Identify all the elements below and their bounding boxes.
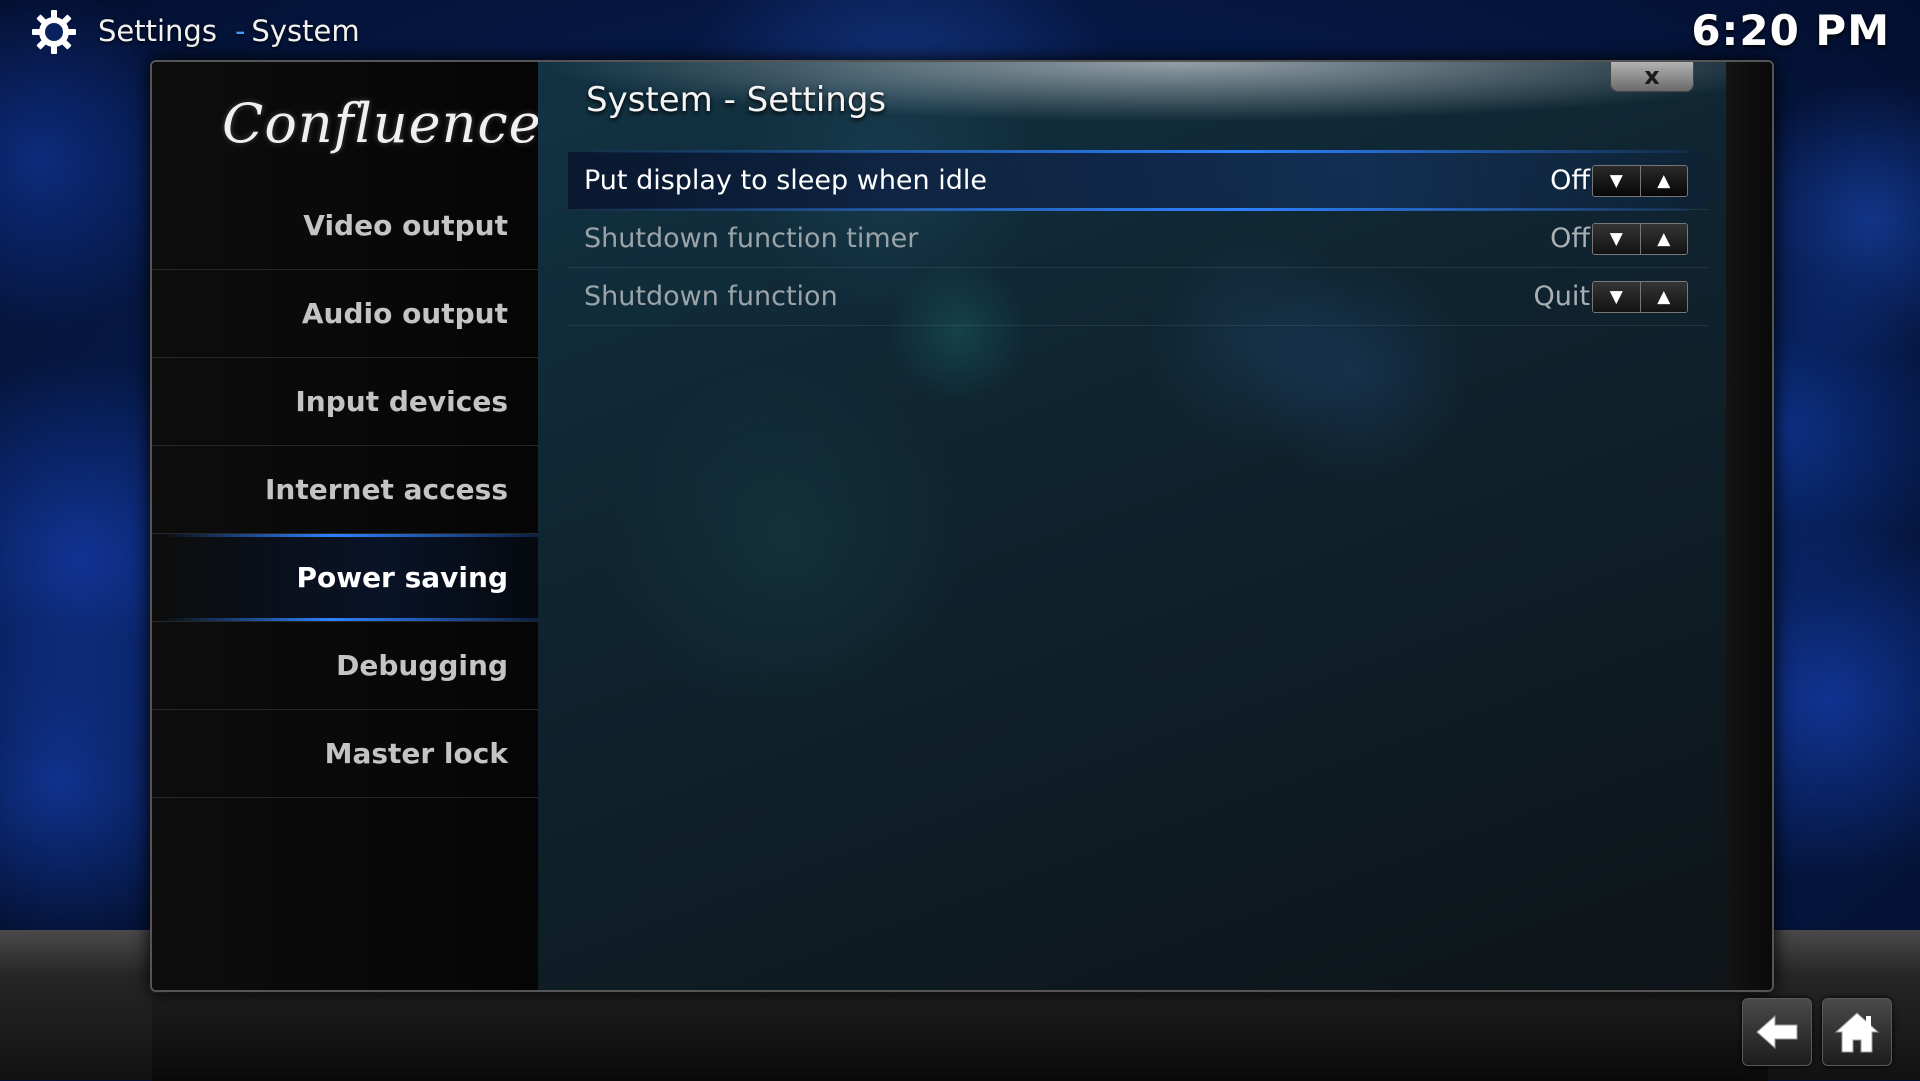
setting-label: Put display to sleep when idle: [584, 165, 987, 196]
sidebar-item-internet-access[interactable]: Internet access: [152, 446, 538, 534]
value-spinner: ▼ ▲: [1592, 165, 1688, 197]
spin-up-button[interactable]: ▲: [1639, 282, 1687, 312]
sidebar-item-debugging[interactable]: Debugging: [152, 622, 538, 710]
setting-row-display-sleep[interactable]: Put display to sleep when idle Off ▼ ▲: [568, 150, 1708, 211]
back-button[interactable]: [1742, 998, 1812, 1066]
setting-row-shutdown-timer[interactable]: Shutdown function timer Off ▼ ▲: [568, 210, 1708, 268]
setting-label: Shutdown function timer: [584, 223, 919, 254]
breadcrumb-section: Settings: [98, 14, 217, 48]
value-spinner: ▼ ▲: [1592, 223, 1688, 255]
settings-window: Confluence Video output Audio output Inp…: [150, 60, 1774, 992]
top-bar: Settings - System 6:20 PM: [0, 0, 1920, 62]
setting-value: Off: [1550, 165, 1590, 196]
sidebar-item-label: Master lock: [324, 737, 508, 770]
close-button[interactable]: x: [1610, 62, 1694, 92]
sidebar-item-label: Video output: [303, 209, 508, 242]
arrow-up-icon: ▲: [1657, 171, 1671, 191]
breadcrumb-page: System: [251, 14, 360, 48]
setting-value: Quit: [1533, 281, 1590, 312]
home-button[interactable]: [1822, 998, 1892, 1066]
setting-value: Off: [1550, 223, 1590, 254]
sidebar-item-input-devices[interactable]: Input devices: [152, 358, 538, 446]
bottom-bar: [152, 992, 1768, 1081]
confluence-logo: Confluence: [222, 92, 542, 155]
breadcrumb-separator: -: [234, 14, 246, 48]
arrow-down-icon: ▼: [1609, 171, 1623, 191]
spin-down-button[interactable]: ▼: [1593, 166, 1640, 196]
settings-list: Put display to sleep when idle Off ▼ ▲ S…: [568, 150, 1708, 326]
sidebar-item-label: Internet access: [264, 473, 508, 506]
home-icon: [1834, 1012, 1880, 1053]
arrow-down-icon: ▼: [1609, 229, 1623, 249]
sidebar-item-label: Power saving: [296, 561, 508, 594]
value-spinner: ▼ ▲: [1592, 281, 1688, 313]
window-right-edge: [1726, 62, 1772, 990]
breadcrumb: Settings - System: [98, 14, 360, 48]
sidebar-item-label: Input devices: [295, 385, 508, 418]
sidebar-item-video-output[interactable]: Video output: [152, 182, 538, 270]
arrow-up-icon: ▲: [1657, 287, 1671, 307]
category-menu: Video output Audio output Input devices …: [152, 182, 538, 798]
sidebar-item-label: Debugging: [336, 649, 508, 682]
spin-down-button[interactable]: ▼: [1593, 224, 1640, 254]
sidebar-item-audio-output[interactable]: Audio output: [152, 270, 538, 358]
arrow-up-icon: ▲: [1657, 229, 1671, 249]
spin-down-button[interactable]: ▼: [1593, 282, 1640, 312]
spin-up-button[interactable]: ▲: [1639, 224, 1687, 254]
clock: 6:20 PM: [1691, 6, 1890, 55]
close-icon: x: [1644, 62, 1660, 90]
arrow-down-icon: ▼: [1609, 287, 1623, 307]
window-title: System - Settings: [586, 80, 887, 120]
spin-up-button[interactable]: ▲: [1639, 166, 1687, 196]
sidebar: Confluence Video output Audio output Inp…: [152, 62, 542, 990]
back-arrow-icon: [1756, 1014, 1798, 1050]
gear-icon: [32, 10, 76, 54]
setting-label: Shutdown function: [584, 281, 838, 312]
sidebar-item-power-saving[interactable]: Power saving: [152, 534, 538, 622]
sidebar-item-label: Audio output: [301, 297, 508, 330]
sidebar-item-master-lock[interactable]: Master lock: [152, 710, 538, 798]
setting-row-shutdown-function[interactable]: Shutdown function Quit ▼ ▲: [568, 268, 1708, 326]
